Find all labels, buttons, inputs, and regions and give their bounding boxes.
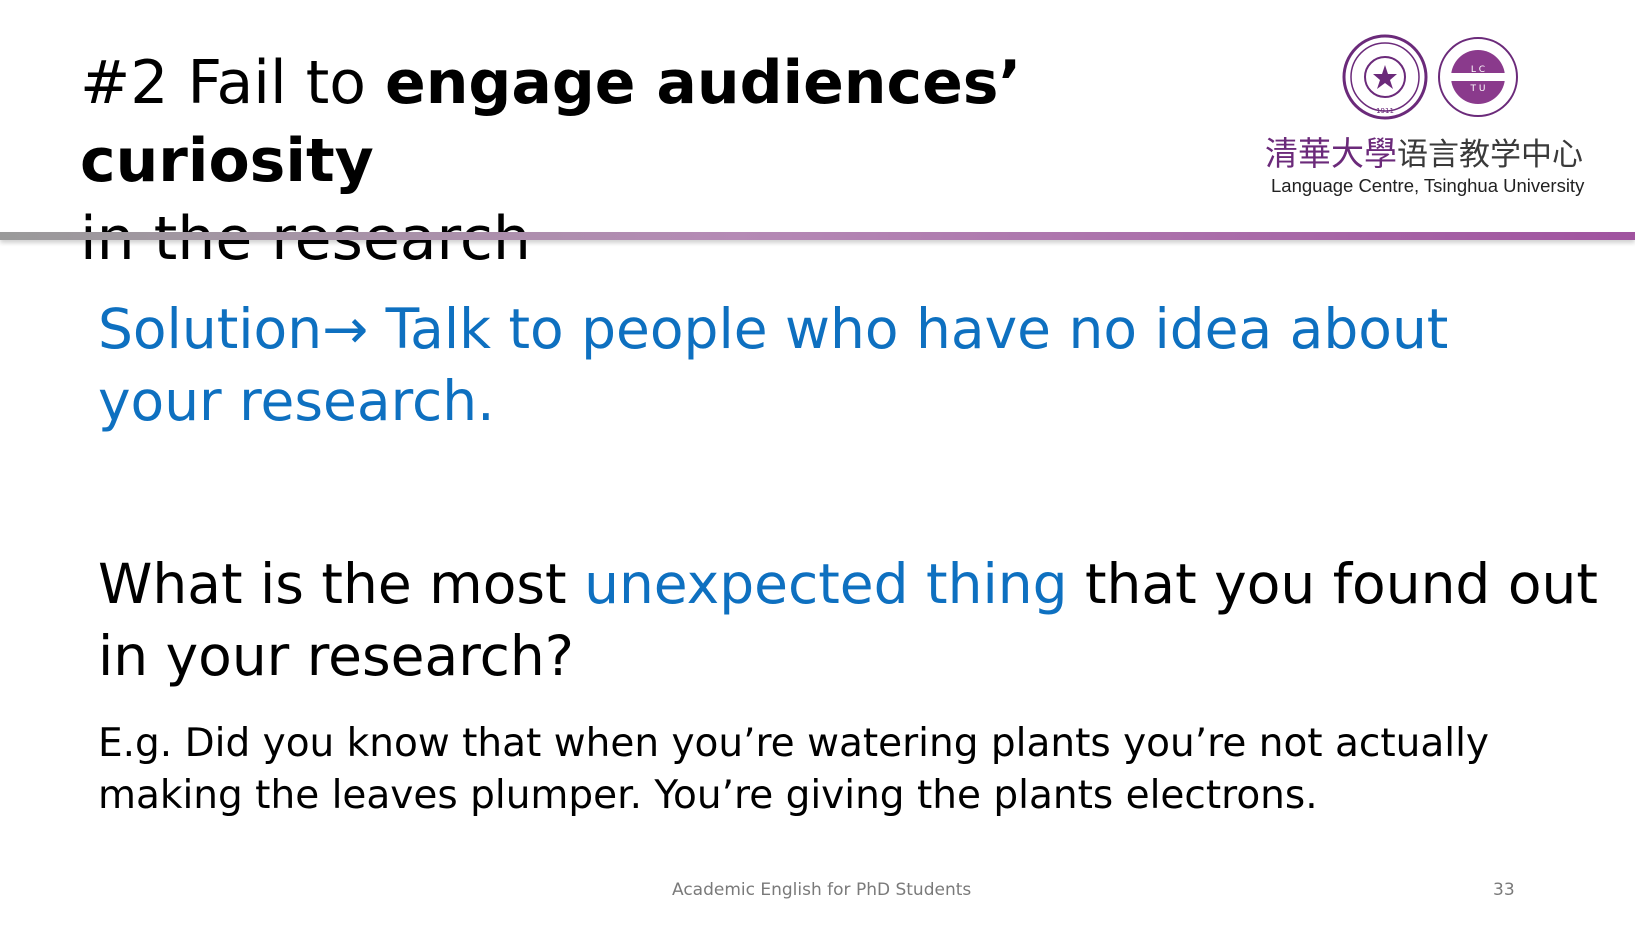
question-before: What is the most [98, 552, 585, 616]
page-number: 33 [1493, 880, 1515, 900]
svg-text:L C: L C [1471, 65, 1485, 75]
tsinghua-seal-icon: 1911 [1342, 34, 1428, 120]
cn-plain: 语言教学中心 [1397, 137, 1583, 173]
question-highlight: unexpected thing [584, 552, 1068, 616]
example-text: E.g. Did you know that when you’re water… [98, 721, 1489, 818]
slide-title: #2 Fail to engage audiences’ curiosity in… [80, 44, 1260, 278]
title-divider [0, 232, 1635, 240]
title-prefix: #2 Fail to [80, 48, 386, 118]
question-text: What is the most unexpected thing that y… [98, 548, 1598, 692]
cn-calligraphy: 清華大學 [1265, 134, 1397, 173]
university-logo: 1911 L C T U 清華大學语言教学中心 Language Centre,… [1265, 30, 1600, 200]
slide: #2 Fail to engage audiences’ curiosity in… [0, 0, 1635, 928]
solution-label: Solution [98, 297, 323, 361]
svg-text:1911: 1911 [1376, 107, 1394, 115]
english-name: Language Centre, Tsinghua University [1271, 175, 1585, 196]
footer-course: Academic English for PhD Students [672, 880, 972, 900]
svg-text:T U: T U [1470, 84, 1486, 94]
solution-text: Solution→ Talk to people who have no ide… [98, 293, 1578, 437]
language-centre-seal-icon: L C T U [1438, 37, 1518, 117]
chinese-name: 清華大學语言教学中心 [1265, 134, 1600, 175]
arrow-icon: → [322, 297, 369, 361]
